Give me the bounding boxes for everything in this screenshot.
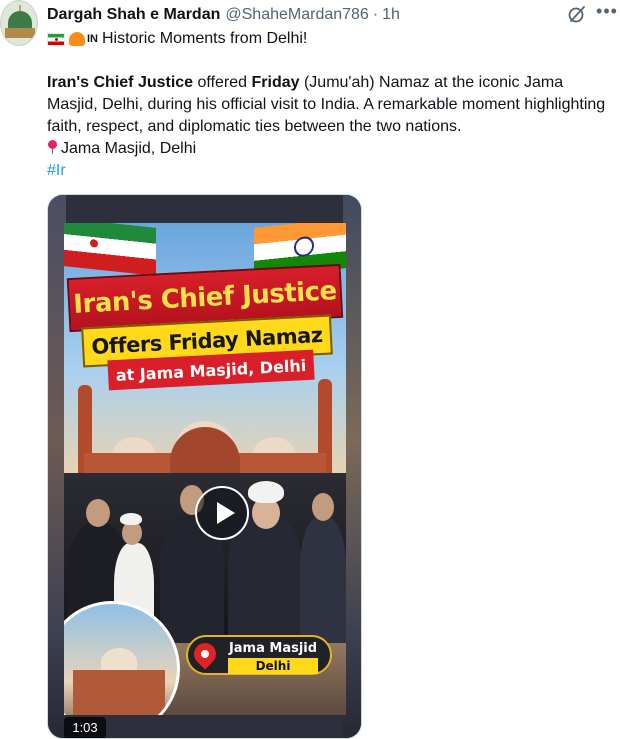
location-pin-icon	[47, 140, 57, 154]
hashtag-line: #Ir	[47, 160, 607, 182]
location-line: Jama Masjid, Delhi	[47, 138, 607, 160]
figure-head-4	[312, 493, 334, 521]
body-bold-friday: Friday	[251, 74, 300, 91]
avatar-dome	[8, 11, 32, 29]
author-avatar[interactable]	[0, 0, 38, 46]
inset-wall	[73, 670, 165, 715]
post-body: Iran's Chief Justice offered Friday (Jum…	[47, 72, 607, 182]
play-icon[interactable]	[195, 486, 249, 540]
post-time[interactable]: 1h	[382, 6, 400, 24]
author-handle[interactable]: @ShaheMardan786	[225, 6, 368, 24]
separator-dot: ·	[372, 6, 379, 23]
figure-robe-4	[300, 517, 346, 643]
badge-title: Jama Masjid	[228, 641, 318, 656]
post-headline: IN Historic Moments from Delhi!	[47, 29, 307, 49]
figure-turban	[248, 481, 284, 503]
author-name[interactable]: Dargah Shah e Mardan	[47, 6, 220, 24]
iran-flag-icon	[47, 32, 65, 46]
body-bold-chief-justice: Iran's Chief Justice	[47, 74, 194, 91]
more-options-button[interactable]: •••	[596, 2, 618, 24]
boy-cap	[120, 513, 142, 525]
video-player[interactable]: Iran's Chief Justice Offers Friday Namaz…	[47, 194, 362, 739]
avatar-base	[5, 28, 35, 38]
hashtag-link[interactable]: #Ir	[47, 162, 66, 179]
grok-icon[interactable]	[566, 3, 588, 25]
video-thumbnail[interactable]: Iran's Chief Justice Offers Friday Namaz…	[64, 223, 346, 715]
video-duration: 1:03	[64, 717, 106, 738]
iran-flag-graphic	[64, 223, 156, 276]
figure-head-1	[86, 499, 110, 527]
body-text-offered: offered	[193, 74, 252, 91]
location-text: Jama Masjid, Delhi	[61, 140, 197, 157]
map-pin-icon	[189, 638, 221, 670]
india-flag-label: IN	[87, 33, 98, 45]
headline-text: Historic Moments from Delhi!	[102, 30, 308, 47]
location-badge: Jama Masjid Delhi	[186, 635, 332, 675]
badge-subtitle: Delhi	[228, 658, 318, 674]
body-paragraph: Iran's Chief Justice offered Friday (Jum…	[47, 72, 607, 138]
post-header: Dargah Shah e Mardan @ShaheMardan786 · 1…	[47, 4, 620, 26]
orange-heart-icon	[69, 32, 85, 46]
